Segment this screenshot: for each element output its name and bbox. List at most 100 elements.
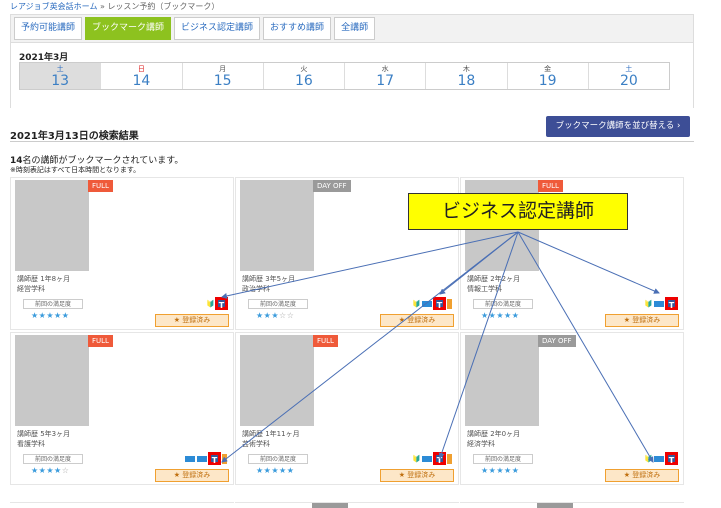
day-cell[interactable]: 月 15	[182, 63, 264, 89]
tutor-photo[interactable]	[240, 180, 314, 271]
business-certified-icon: T	[216, 298, 227, 310]
stars-filled: ★★★★★	[31, 311, 70, 320]
tutor-photo[interactable]	[15, 180, 89, 271]
calendar-days: 土 13 日 14 月 15 火 16 水 17 木 18 金 19 土 20	[19, 62, 670, 90]
bookmark-registered-button[interactable]: ★ 登録済み	[605, 314, 679, 327]
business-certified-icon: T	[666, 453, 677, 465]
status-badge: FULL	[88, 335, 113, 347]
tutor-card[interactable]: FULL 講師歴 1年8ヶ月 経営学科 前回の満足度 ★★★★★ 🔰 T ★ 登…	[10, 177, 234, 330]
tutor-card[interactable]: DAY OFF 講師歴 2年0ヶ月 経済学科 前回の満足度 ★★★★★ 🔰 T …	[460, 332, 684, 485]
tutor-photo[interactable]	[15, 335, 89, 426]
status-badge: DAY OFF	[538, 335, 576, 347]
tutor-card-partial[interactable]	[10, 502, 234, 508]
tutor-icons: 🔰 T	[412, 453, 452, 465]
tutor-experience: 講師歴 2年0ヶ月	[467, 430, 521, 438]
stars-empty: ☆	[61, 466, 70, 475]
tag-icon	[447, 453, 452, 464]
day-cell[interactable]: 土 20	[588, 63, 669, 89]
breadcrumb-home-link[interactable]: レアジョブ英会話ホーム	[10, 2, 97, 11]
day-cell[interactable]: 金 19	[507, 63, 589, 89]
tutor-major: 経済学科	[467, 440, 495, 448]
tutor-card-partial[interactable]	[460, 502, 684, 508]
search-panel: 予約可能講師 ブックマーク講師 ビジネス認定講師 おすすめ講師 全講師 2021…	[10, 14, 694, 108]
rating-stars: ★★★★★	[256, 466, 294, 475]
tutor-photo[interactable]	[240, 335, 314, 426]
tutor-major: 情報工学科	[467, 285, 502, 293]
tab-all[interactable]: 全講師	[334, 17, 376, 40]
tag-icon	[447, 298, 452, 309]
kids-icon	[654, 455, 664, 462]
tutor-major: 経営学科	[17, 285, 45, 293]
status-badge: FULL	[88, 180, 113, 192]
day-date: 17	[376, 73, 395, 89]
bookmark-registered-button[interactable]: ★ 登録済み	[155, 314, 229, 327]
beginner-icon: 🔰	[206, 298, 215, 309]
tutor-major: 看護学科	[17, 440, 45, 448]
bookmark-registered-button[interactable]: ★ 登録済み	[380, 314, 454, 327]
rating-stars: ★★★☆☆	[256, 311, 294, 320]
tab-bookmark[interactable]: ブックマーク講師	[85, 17, 172, 40]
bookmark-registered-button[interactable]: ★ 登録済み	[380, 469, 454, 482]
bookmark-registered-button[interactable]: ★ 登録済み	[155, 469, 229, 482]
status-badge	[537, 503, 573, 508]
divider	[10, 141, 694, 142]
rating-stars: ★★★★★	[481, 311, 519, 320]
status-badge: FULL	[538, 180, 563, 192]
day-cell[interactable]: 木 18	[426, 63, 508, 89]
day-cell[interactable]: 火 16	[263, 63, 345, 89]
tutor-icons: 🔰 T	[412, 298, 452, 310]
stars-filled: ★★★★★	[481, 311, 520, 320]
beginner-icon: 🔰	[644, 453, 653, 464]
tutor-experience: 講師歴 1年11ヶ月	[242, 430, 300, 438]
tutor-icons: 🔰 T	[644, 298, 677, 310]
day-cell[interactable]: 土 13	[20, 63, 102, 89]
rating-stars: ★★★★★	[481, 466, 519, 475]
tutor-major: 芸術学科	[242, 440, 270, 448]
day-date: 15	[213, 73, 232, 89]
beginner-icon: 🔰	[412, 453, 421, 464]
stars-empty: ☆☆	[279, 311, 295, 320]
tutor-icons: T	[185, 453, 227, 465]
status-badge: FULL	[313, 335, 338, 347]
day-date: 16	[294, 73, 313, 89]
business-certified-icon: T	[209, 453, 220, 465]
status-badge	[312, 503, 348, 508]
day-date: 18	[457, 73, 476, 89]
satisfaction-label: 前回の満足度	[23, 299, 83, 309]
tutor-photo[interactable]	[465, 335, 539, 426]
tab-recommended[interactable]: おすすめ講師	[263, 17, 332, 40]
kids-icon	[185, 455, 195, 462]
stars-filled: ★★★★	[31, 466, 62, 475]
beginner-icon: 🔰	[412, 298, 421, 309]
tab-business[interactable]: ビジネス認定講師	[174, 17, 261, 40]
kids-icon	[197, 455, 207, 462]
stars-filled: ★★★★★	[256, 466, 295, 475]
satisfaction-label: 前回の満足度	[248, 454, 308, 464]
tutor-experience: 講師歴 2年2ヶ月	[467, 275, 521, 283]
kids-icon	[422, 455, 432, 462]
breadcrumb: レアジョブ英会話ホーム » レッスン予約（ブックマーク）	[10, 1, 219, 12]
tutor-experience: 講師歴 3年5ヶ月	[242, 275, 296, 283]
tutor-card[interactable]: FULL 講師歴 5年3ヶ月 看護学科 前回の満足度 ★★★★☆ T ★ 登録済…	[10, 332, 234, 485]
tab-available[interactable]: 予約可能講師	[14, 17, 83, 40]
tutor-card-partial[interactable]	[235, 502, 459, 508]
day-date: 13	[51, 73, 70, 89]
bookmark-registered-button[interactable]: ★ 登録済み	[605, 469, 679, 482]
satisfaction-label: 前回の満足度	[473, 299, 533, 309]
calendar: 2021年3月 土 13 日 14 月 15 火 16 水 17 木 18 金 19 土 20	[11, 42, 693, 108]
breadcrumb-separator: »	[97, 2, 108, 11]
stars-filled: ★★★★★	[481, 466, 520, 475]
kids-icon	[422, 300, 432, 307]
day-cell[interactable]: 日 14	[101, 63, 183, 89]
tutor-icons: 🔰 T	[206, 298, 227, 310]
satisfaction-label: 前回の満足度	[23, 454, 83, 464]
tutor-major: 政治学科	[242, 285, 270, 293]
results-title: 2021年3月13日の検索結果	[10, 131, 139, 142]
tutor-card[interactable]: FULL 講師歴 1年11ヶ月 芸術学科 前回の満足度 ★★★★★ 🔰 T ★ …	[235, 332, 459, 485]
satisfaction-label: 前回の満足度	[248, 299, 308, 309]
sort-bookmarks-button[interactable]: ブックマーク講師を並び替える ›	[546, 116, 690, 137]
day-cell[interactable]: 水 17	[345, 63, 427, 89]
rating-stars: ★★★★☆	[31, 466, 69, 475]
tag-icon	[222, 453, 227, 464]
timezone-note: ※時刻表記はすべて日本時間となります。	[10, 166, 141, 174]
